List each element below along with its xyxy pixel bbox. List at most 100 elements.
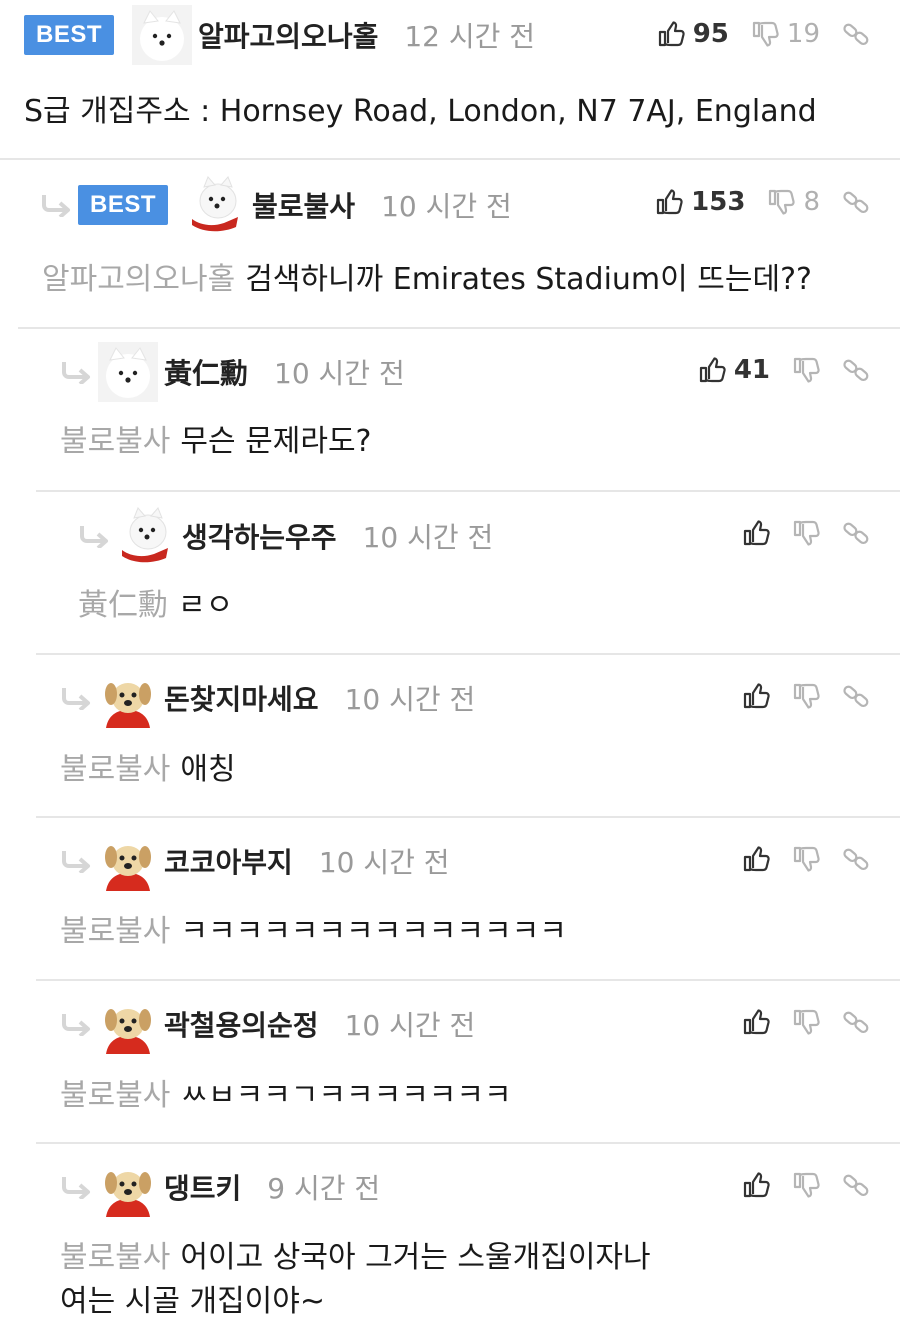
link-button[interactable] xyxy=(842,20,870,48)
timestamp: 10 시간 전 xyxy=(362,521,494,554)
comment-actions xyxy=(720,666,870,726)
upvote-count: 153 xyxy=(691,187,746,217)
divider xyxy=(0,158,900,160)
thumbs-up-icon xyxy=(698,356,726,384)
link-icon xyxy=(842,356,870,384)
comment-text: 검색하니까 Emirates Stadium이 뜨는데?? xyxy=(245,262,812,297)
link-icon xyxy=(842,188,870,216)
link-button[interactable] xyxy=(842,845,870,873)
mention[interactable]: 불로불사 xyxy=(60,752,170,787)
mention[interactable]: 알파고의오나홀 xyxy=(42,262,235,297)
timestamp: 12 시간 전 xyxy=(404,20,536,53)
best-badge: BEST xyxy=(78,185,169,225)
avatar[interactable] xyxy=(186,175,246,235)
link-button[interactable] xyxy=(842,519,870,547)
nickname[interactable]: 돈찾지마세요 xyxy=(164,678,319,718)
mention[interactable]: 黃仁勳 xyxy=(78,588,168,623)
mention[interactable]: 불로불사 xyxy=(60,1078,170,1113)
comment-header: 돈찾지마세요 10 시간 전 xyxy=(60,668,475,728)
link-icon xyxy=(842,20,870,48)
mention[interactable]: 불로불사 xyxy=(60,914,170,949)
thumbs-down-icon xyxy=(751,20,779,48)
avatar[interactable] xyxy=(98,342,158,402)
link-button[interactable] xyxy=(842,1171,870,1199)
downvote-button[interactable] xyxy=(792,356,820,384)
nickname[interactable]: 黃仁勳 xyxy=(164,352,248,392)
downvote-button[interactable]: 8 xyxy=(767,187,820,217)
link-icon xyxy=(842,1008,870,1036)
thumbs-up-icon xyxy=(657,20,685,48)
upvote-button[interactable] xyxy=(742,1008,770,1036)
nickname[interactable]: 코코아부지 xyxy=(164,841,293,881)
comment-text: ㄹㅇ xyxy=(178,588,234,623)
downvote-button[interactable] xyxy=(792,682,820,710)
avatar[interactable] xyxy=(98,831,158,891)
downvote-button[interactable] xyxy=(792,519,820,547)
comment-body: 불로불사 어이고 상국아 그거는 스울개집이자나 여는 시골 개집이야~ xyxy=(60,1236,651,1324)
avatar[interactable] xyxy=(132,5,192,65)
upvote-count: 95 xyxy=(692,19,729,49)
link-icon xyxy=(842,682,870,710)
divider xyxy=(36,1142,900,1144)
link-icon xyxy=(842,845,870,873)
timestamp: 10 시간 전 xyxy=(344,1009,476,1042)
thumbs-up-icon xyxy=(742,682,770,710)
upvote-button[interactable]: 95 xyxy=(657,19,729,49)
reply-arrow-icon xyxy=(60,686,92,710)
link-button[interactable] xyxy=(842,682,870,710)
comment-header: 코코아부지 10 시간 전 xyxy=(60,831,450,891)
avatar[interactable] xyxy=(98,1157,158,1217)
link-button[interactable] xyxy=(842,356,870,384)
comment-text: ㅆㅂㅋㅋㄱㅋㅋㅋㅋㅋㅋㅋ xyxy=(180,1078,512,1113)
comment-body: 불로불사 애칭 xyxy=(60,748,236,792)
reply-arrow-icon xyxy=(60,849,92,873)
thumbs-down-icon xyxy=(792,682,820,710)
thumbs-down-icon xyxy=(792,356,820,384)
comment-actions xyxy=(720,1155,870,1215)
upvote-button[interactable]: 153 xyxy=(655,187,745,217)
upvote-button[interactable] xyxy=(742,1171,770,1199)
thumbs-up-icon xyxy=(742,519,770,547)
comment-body: 알파고의오나홀 검색하니까 Emirates Stadium이 뜨는데?? xyxy=(42,258,812,302)
thumbs-down-icon xyxy=(792,845,820,873)
mention[interactable]: 불로불사 xyxy=(60,1240,170,1275)
comment-text: S급 개집주소 : Hornsey Road, London, N7 7AJ, … xyxy=(24,94,817,129)
link-button[interactable] xyxy=(842,188,870,216)
reply-arrow-icon xyxy=(60,1012,92,1036)
thumbs-up-icon xyxy=(655,188,683,216)
nickname[interactable]: 곽철용의순정 xyxy=(164,1004,319,1044)
comment-header: 곽철용의순정 10 시간 전 xyxy=(60,994,475,1054)
divider xyxy=(18,327,900,329)
upvote-button[interactable] xyxy=(742,682,770,710)
avatar[interactable] xyxy=(116,506,176,566)
avatar[interactable] xyxy=(98,994,158,1054)
reply-arrow-icon xyxy=(78,524,110,548)
comment-body: S급 개집주소 : Hornsey Road, London, N7 7AJ, … xyxy=(24,90,817,134)
upvote-button[interactable] xyxy=(742,845,770,873)
comment-header: 黃仁勳 10 시간 전 xyxy=(60,342,405,402)
upvote-button[interactable]: 41 xyxy=(698,355,770,385)
avatar[interactable] xyxy=(98,668,158,728)
comment-body: 黃仁勳 ㄹㅇ xyxy=(78,584,233,628)
comment-text: ㅋㅋㅋㅋㅋㅋㅋㅋㅋㅋㅋㅋㅋㅋ xyxy=(180,914,567,949)
timestamp: 9 시간 전 xyxy=(267,1172,381,1205)
nickname[interactable]: 생각하는우주 xyxy=(182,516,337,556)
nickname[interactable]: 불로불사 xyxy=(252,185,355,225)
downvote-button[interactable]: 19 xyxy=(751,19,820,49)
nickname[interactable]: 알파고의오나홀 xyxy=(198,15,378,55)
divider xyxy=(36,653,900,655)
downvote-button[interactable] xyxy=(792,845,820,873)
timestamp: 10 시간 전 xyxy=(274,357,405,390)
upvote-button[interactable] xyxy=(742,519,770,547)
downvote-button[interactable] xyxy=(792,1171,820,1199)
comment-text-line-2: 여는 시골 개집이야~ xyxy=(60,1284,326,1319)
downvote-count: 8 xyxy=(803,187,820,217)
mention[interactable]: 불로불사 xyxy=(60,424,170,459)
comment-body: 불로불사 ㅋㅋㅋㅋㅋㅋㅋㅋㅋㅋㅋㅋㅋㅋ xyxy=(60,910,567,954)
downvote-button[interactable] xyxy=(792,1008,820,1036)
comment-text: 무슨 문제라도? xyxy=(180,424,372,459)
nickname[interactable]: 댕트키 xyxy=(164,1167,241,1207)
comment-actions: 41 xyxy=(676,340,870,400)
downvote-count: 19 xyxy=(786,19,820,49)
link-button[interactable] xyxy=(842,1008,870,1036)
